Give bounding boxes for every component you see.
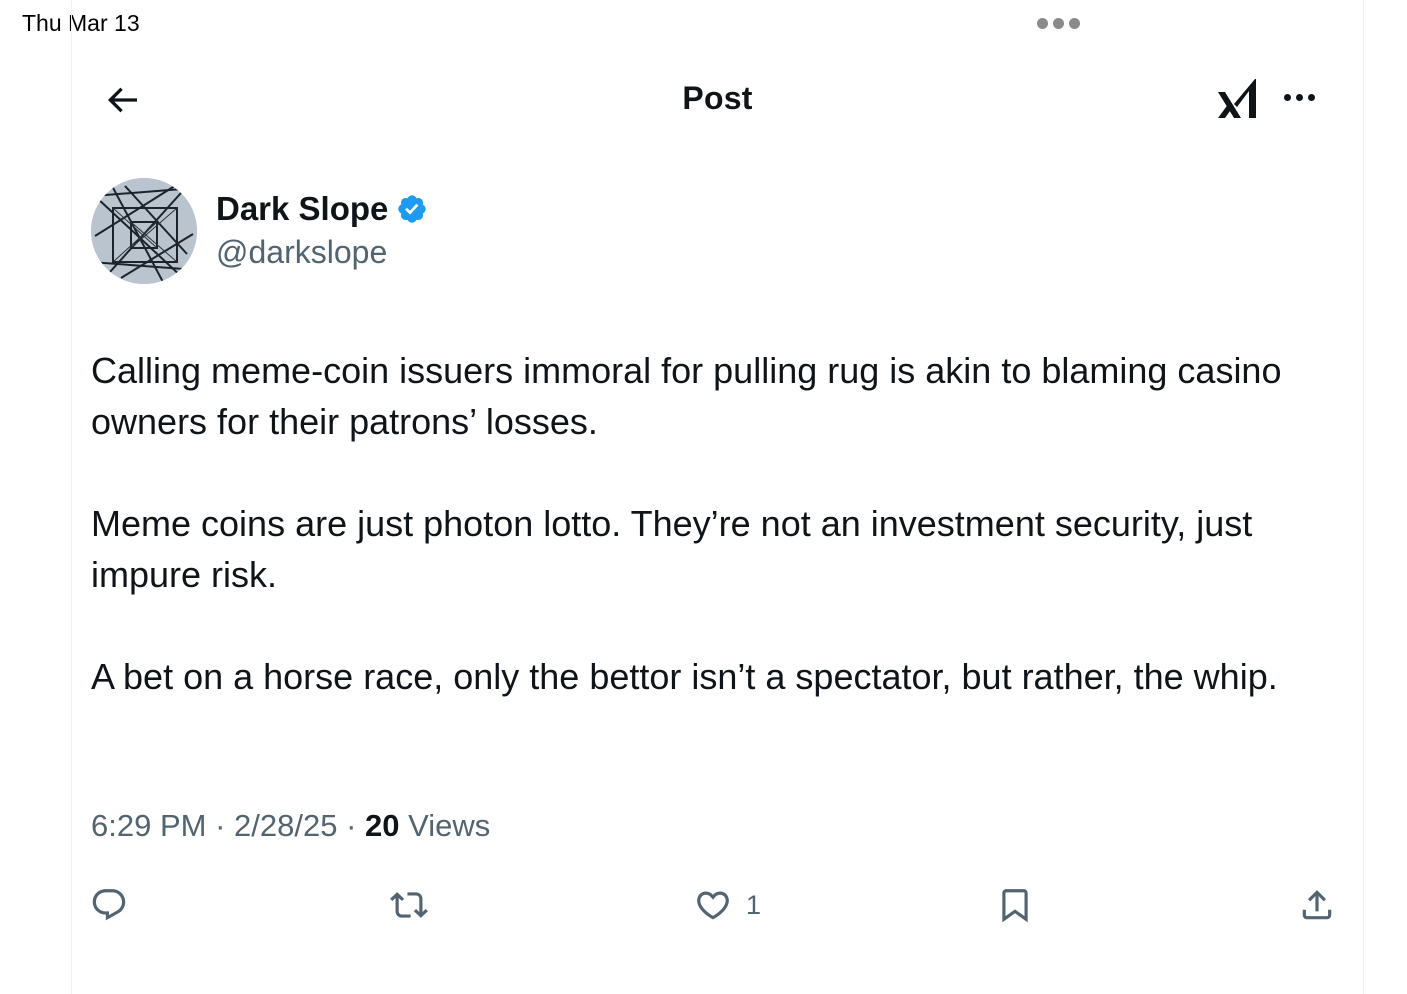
reply-button[interactable] [90,880,128,930]
repost-icon [390,892,428,918]
display-name-row: Dark Slope [216,190,428,228]
bookmark-icon [1002,889,1028,923]
share-icon [1302,890,1332,920]
reply-icon [92,889,126,921]
heart-icon [697,891,729,920]
tweet-paragraph: A bet on a horse race, only the bettor i… [91,656,1278,697]
grok-icon[interactable] [1214,74,1262,122]
post-time[interactable]: 6:29 PM [91,808,206,843]
action-bar: 1 [72,880,1363,936]
verified-badge-icon[interactable] [396,193,428,225]
handle[interactable]: @darkslope [216,234,387,271]
avatar[interactable] [91,178,197,284]
avatar-tower-image [91,178,197,284]
more-dot [1295,93,1303,101]
post-column: Post Dark Slope @darkslope Calling meme-… [71,0,1364,994]
more-dot [1283,93,1291,101]
bookmark-button[interactable] [996,880,1034,930]
views-count[interactable]: 20 [365,808,399,843]
like-button[interactable]: 1 [694,880,761,930]
more-options-button[interactable] [1277,82,1321,112]
share-button[interactable] [1298,880,1336,930]
tweet-text: Calling meme-coin issuers immoral for pu… [91,345,1351,702]
more-dot [1307,93,1315,101]
repost-button[interactable] [390,880,428,930]
author-block: Dark Slope @darkslope [91,178,691,288]
post-date[interactable]: 2/28/25 [234,808,337,843]
tweet-paragraph: Meme coins are just photon lotto. They’r… [91,503,1253,595]
tweet-meta: 6:29 PM · 2/28/25 · 20 Views [91,808,490,844]
page-title: Post [682,80,753,116]
display-name[interactable]: Dark Slope [216,190,388,228]
meta-separator: · [215,808,226,843]
like-count: 1 [746,889,762,920]
meta-separator: · [346,808,357,843]
views-label[interactable]: Views [408,808,490,843]
tweet-paragraph: Calling meme-coin issuers immoral for pu… [91,350,1282,442]
post-header: Post [72,60,1363,136]
